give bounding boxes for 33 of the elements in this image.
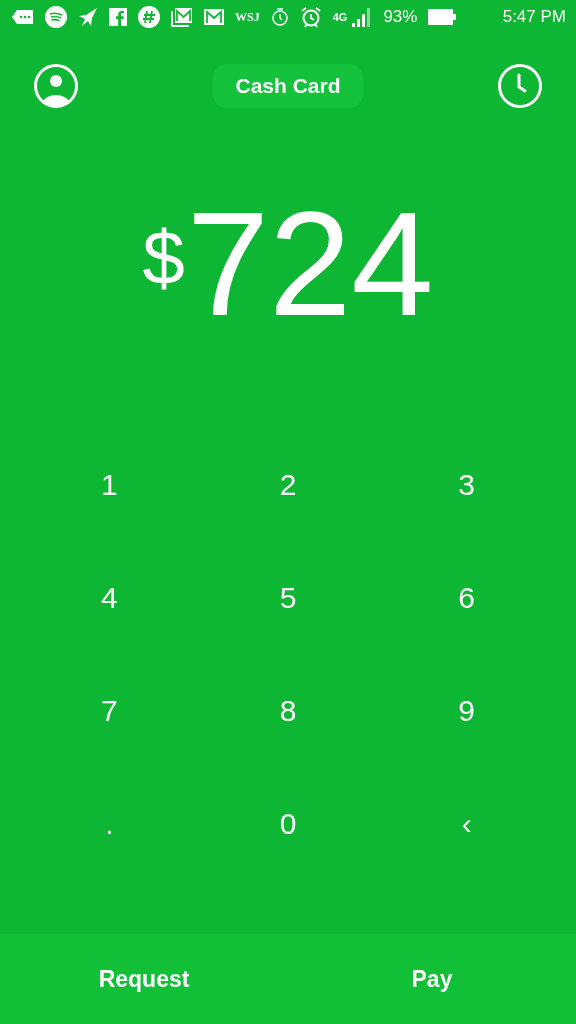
keypad-key[interactable]: 3: [438, 457, 495, 512]
mail-icon: [204, 9, 224, 25]
network-type-label: 4G: [332, 11, 348, 23]
clock-time: 5:47 PM: [502, 7, 566, 27]
clock-icon[interactable]: [497, 63, 543, 109]
profile-icon[interactable]: [33, 63, 79, 109]
signal-icon: [352, 7, 373, 27]
mail-stack-icon: [171, 7, 193, 27]
chat-icon: [12, 9, 34, 25]
hashtag-icon: [138, 6, 160, 28]
facebook-icon: [109, 8, 127, 26]
keypad-key[interactable]: 6: [438, 570, 495, 625]
keypad-key[interactable]: .: [85, 796, 134, 851]
action-button[interactable]: Request: [0, 934, 288, 1024]
news-app-label: WSJ: [235, 9, 260, 25]
timer-icon: [270, 8, 289, 26]
alarm-icon: [299, 6, 322, 28]
cash-card-tab[interactable]: Cash Card: [213, 64, 363, 108]
keypad-key[interactable]: ‹: [441, 796, 492, 851]
battery-icon: [428, 9, 457, 25]
music-icon: [45, 6, 67, 28]
keypad-key[interactable]: 4: [81, 570, 138, 625]
keypad-key[interactable]: 1: [81, 457, 138, 512]
keypad-key[interactable]: 0: [259, 796, 317, 851]
currency-symbol: $: [142, 220, 185, 296]
battery-percent: 93%: [383, 7, 418, 27]
amount-value: 724: [186, 190, 434, 338]
keypad-key[interactable]: 7: [81, 683, 138, 738]
keypad-key[interactable]: 8: [259, 683, 317, 738]
keypad-key[interactable]: 5: [259, 570, 317, 625]
keypad-key[interactable]: 9: [438, 683, 495, 738]
keypad-key[interactable]: 2: [259, 457, 317, 512]
action-button[interactable]: Pay: [288, 934, 576, 1024]
